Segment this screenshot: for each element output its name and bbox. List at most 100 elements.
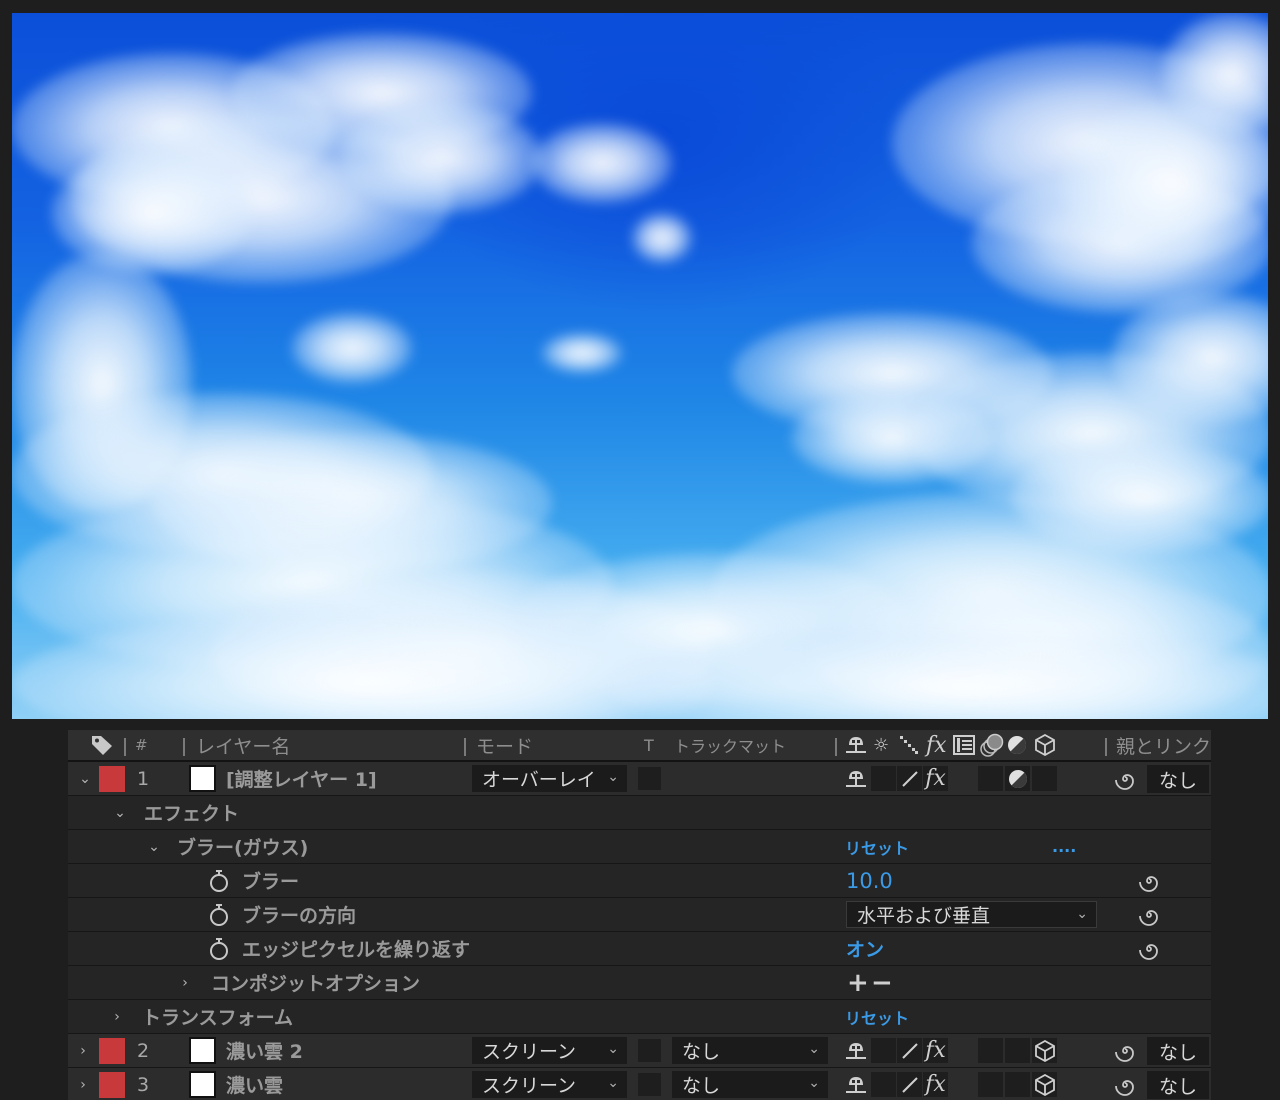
effects-group-row[interactable]: ⌄ エフェクト <box>68 796 1211 830</box>
effect-switch[interactable]: fx <box>923 1072 948 1097</box>
expand-chevron-icon[interactable]: › <box>76 1068 90 1100</box>
expand-chevron-icon[interactable]: ⌄ <box>78 762 92 795</box>
3d-layer-switch[interactable] <box>1032 766 1057 791</box>
label-color[interactable] <box>99 1068 125 1100</box>
property-label: ブラーの方向 <box>242 905 357 927</box>
preserve-transparency-toggle[interactable] <box>638 1039 661 1062</box>
motion-blur-icon[interactable] <box>979 730 1005 760</box>
pick-whip-icon[interactable] <box>1114 768 1136 790</box>
layer-number: 1 <box>137 767 150 790</box>
repeat-edge-pixels-toggle[interactable]: オン <box>846 932 884 965</box>
column-header-parent-link[interactable]: 親とリンク <box>1116 730 1211 760</box>
composition-viewer[interactable] <box>12 13 1268 719</box>
property-row[interactable]: ブラーの方向 水平および垂直 ⌄ <box>68 898 1211 932</box>
layer-name[interactable]: [調整レイヤー 1] <box>226 762 377 795</box>
blur-dimensions-dropdown[interactable]: 水平および垂直 ⌄ <box>846 901 1097 928</box>
transform-group-row[interactable]: › トランスフォーム リセット <box>68 1000 1211 1034</box>
shy-switch[interactable] <box>843 1038 868 1063</box>
effect-row[interactable]: ⌄ ブラー(ガウス) リセット .... <box>68 830 1211 864</box>
expand-chevron-icon[interactable]: › <box>178 966 192 999</box>
collapse-switch[interactable] <box>871 1072 896 1097</box>
mode-dropdown[interactable]: スクリーン ⌄ <box>472 1071 627 1098</box>
property-row[interactable]: ブラー 10.0 <box>68 864 1211 898</box>
motion-blur-switch[interactable] <box>978 1038 1003 1063</box>
compositing-options-row[interactable]: › コンポジットオプション + − <box>68 966 1211 1000</box>
column-separator[interactable] <box>835 738 837 756</box>
quality-switch[interactable] <box>897 1072 922 1097</box>
shy-icon[interactable] <box>845 730 867 760</box>
parent-dropdown[interactable]: なし <box>1147 1071 1209 1099</box>
layer-name[interactable]: 濃い雲 2 <box>226 1034 303 1067</box>
column-separator[interactable] <box>183 738 185 756</box>
source-thumbnail <box>189 762 216 795</box>
label-swatch <box>99 1071 125 1098</box>
shy-switch[interactable] <box>843 1072 868 1097</box>
shy-switch[interactable] <box>843 766 868 791</box>
effect-reset-link[interactable]: リセット <box>845 830 909 863</box>
layer-row[interactable]: ⌄ 1 [調整レイヤー 1] オーバーレイ ⌄ fx なし <box>68 762 1211 796</box>
layer-number: 2 <box>137 1039 150 1062</box>
quality-switch[interactable] <box>897 766 922 791</box>
track-matte-dropdown[interactable]: なし ⌄ <box>672 1037 828 1064</box>
motion-blur-switch[interactable] <box>978 766 1003 791</box>
adjustment-layer-icon[interactable] <box>1007 730 1027 760</box>
label-swatch <box>99 765 125 792</box>
tag-icon[interactable] <box>90 730 114 760</box>
pick-whip-icon[interactable] <box>1138 904 1160 926</box>
mode-dropdown[interactable]: オーバーレイ ⌄ <box>472 765 627 792</box>
source-swatch <box>189 1071 216 1098</box>
fx-icon[interactable]: fx <box>926 730 947 760</box>
column-header-mode[interactable]: モード <box>476 730 533 760</box>
stopwatch-icon[interactable] <box>208 903 230 927</box>
pick-whip-icon[interactable] <box>1114 1040 1136 1062</box>
label-color[interactable] <box>99 762 125 795</box>
layer-row[interactable]: › 2 濃い雲 2 スクリーン ⌄ なし ⌄ fx なし <box>68 1034 1211 1068</box>
adjustment-layer-switch[interactable] <box>1005 1072 1030 1097</box>
layer-name[interactable]: 濃い雲 <box>226 1068 283 1100</box>
pick-whip-icon[interactable] <box>1114 1074 1136 1096</box>
adjustment-layer-switch[interactable] <box>1005 1038 1030 1063</box>
preserve-transparency-toggle[interactable] <box>638 1073 661 1096</box>
collapse-switch[interactable] <box>871 766 896 791</box>
remove-mask-button[interactable]: − <box>871 966 893 999</box>
quality-icon[interactable] <box>899 730 919 760</box>
pick-whip-icon[interactable] <box>1138 870 1160 892</box>
transform-reset-link[interactable]: リセット <box>845 1000 909 1033</box>
column-separator[interactable] <box>1105 738 1107 756</box>
effect-name[interactable]: ブラー(ガウス) <box>177 830 308 863</box>
3d-layer-icon[interactable] <box>1035 730 1055 760</box>
label-color[interactable] <box>99 1034 125 1067</box>
column-header-track-matte[interactable]: トラックマット <box>674 730 786 760</box>
expand-chevron-icon[interactable]: ⌄ <box>147 830 161 863</box>
quality-switch[interactable] <box>897 1038 922 1063</box>
expand-chevron-icon[interactable]: › <box>76 1034 90 1067</box>
mode-dropdown[interactable]: スクリーン ⌄ <box>472 1037 627 1064</box>
3d-layer-switch[interactable] <box>1032 1072 1057 1097</box>
effect-options-link[interactable]: .... <box>1052 830 1076 863</box>
parent-dropdown[interactable]: なし <box>1147 765 1209 793</box>
collapse-icon[interactable]: ☼ <box>873 730 889 760</box>
effect-switch[interactable]: fx <box>923 1038 948 1063</box>
column-separator[interactable] <box>124 738 126 756</box>
stopwatch-icon[interactable] <box>208 937 230 961</box>
add-mask-button[interactable]: + <box>847 966 869 999</box>
layer-row[interactable]: › 3 濃い雲 スクリーン ⌄ なし ⌄ fx なし <box>68 1068 1211 1100</box>
collapse-switch[interactable] <box>871 1038 896 1063</box>
expand-chevron-icon[interactable]: › <box>110 1000 124 1033</box>
pick-whip-icon[interactable] <box>1138 938 1160 960</box>
parent-dropdown[interactable]: なし <box>1147 1037 1209 1065</box>
stopwatch-icon[interactable] <box>208 869 230 893</box>
column-separator[interactable] <box>464 738 466 756</box>
frame-blend-icon[interactable] <box>953 730 975 760</box>
3d-layer-switch[interactable] <box>1032 1038 1057 1063</box>
property-label: エッジピクセルを繰り返す <box>242 939 471 961</box>
blurriness-value[interactable]: 10.0 <box>846 864 893 897</box>
effect-switch[interactable]: fx <box>923 766 948 791</box>
motion-blur-switch[interactable] <box>978 1072 1003 1097</box>
column-header-layer-name[interactable]: レイヤー名 <box>196 730 290 760</box>
property-row[interactable]: エッジピクセルを繰り返す オン <box>68 932 1211 966</box>
expand-chevron-icon[interactable]: ⌄ <box>113 796 127 829</box>
preserve-transparency-toggle[interactable] <box>638 767 661 790</box>
adjustment-layer-switch[interactable] <box>1005 766 1030 791</box>
track-matte-dropdown[interactable]: なし ⌄ <box>672 1071 828 1098</box>
